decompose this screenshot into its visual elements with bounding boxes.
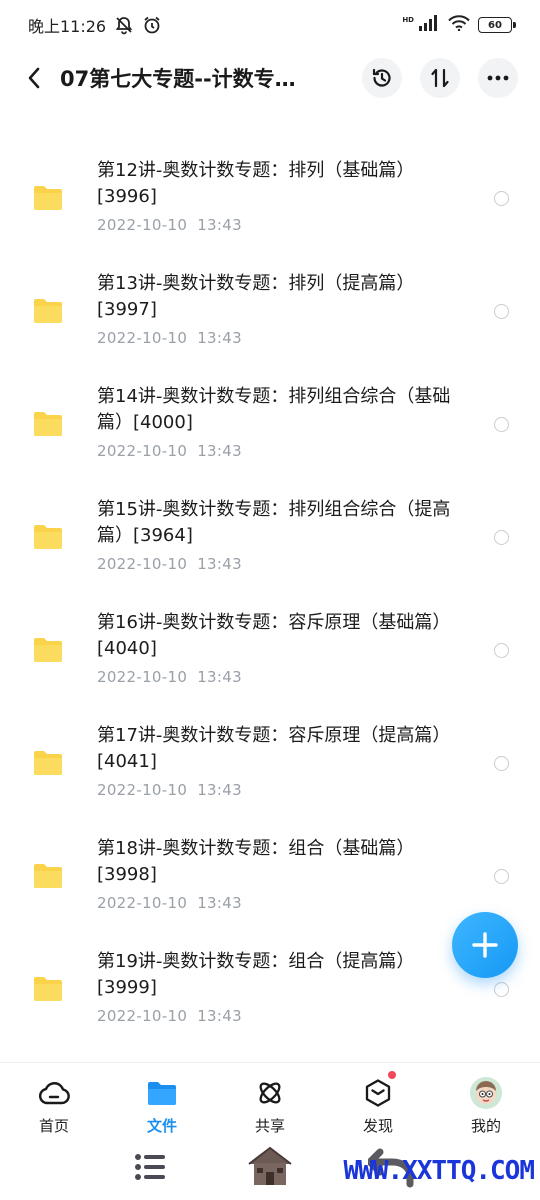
file-name: 第13讲-奥数计数专题：排列（提高篇）[3997]	[97, 273, 415, 320]
file-time: 13:43	[197, 1007, 242, 1025]
file-date: 2022-10-10	[97, 781, 188, 799]
file-date: 2022-10-10	[97, 555, 188, 573]
file-time: 13:43	[197, 668, 242, 686]
file-date: 2022-10-10	[97, 1007, 188, 1025]
network-type: HD	[402, 16, 414, 24]
file-meta: 2022-10-10 13:43	[97, 668, 467, 686]
select-radio[interactable]	[494, 304, 509, 319]
file-meta: 2022-10-10 13:43	[97, 1007, 467, 1025]
file-meta: 2022-10-10 13:43	[97, 781, 467, 799]
file-name: 第15讲-奥数计数专题：排列组合综合（提高篇）[3964]	[97, 499, 451, 546]
folder-icon	[34, 977, 62, 1001]
file-row[interactable]: 第17讲-奥数计数专题：容斥原理（提高篇）[4041] 2022-10-10 13…	[0, 711, 540, 824]
more-button[interactable]	[478, 58, 518, 98]
more-icon	[487, 75, 509, 81]
file-name: 第18讲-奥数计数专题：组合（基础篇）[3998]	[97, 838, 415, 885]
nav-home[interactable]: 首页	[0, 1063, 108, 1148]
select-radio[interactable]	[494, 756, 509, 771]
file-date: 2022-10-10	[97, 216, 188, 234]
nav-discover-label: 发现	[362, 1117, 393, 1135]
cube-icon	[362, 1077, 394, 1109]
back-arrow-icon	[28, 67, 40, 89]
file-name: 第19讲-奥数计数专题：组合（提高篇）[3999]	[97, 951, 415, 998]
back-button[interactable]	[22, 58, 46, 98]
file-list: 第12讲-奥数计数专题：排列（基础篇）[3996] 2022-10-10 13:4…	[0, 146, 540, 1050]
file-time: 13:43	[197, 216, 242, 234]
atom-icon	[254, 1077, 286, 1109]
file-name: 第16讲-奥数计数专题：容斥原理（基础篇）[4040]	[97, 612, 451, 659]
file-meta: 2022-10-10 13:43	[97, 442, 467, 460]
file-meta: 2022-10-10 13:43	[97, 555, 467, 573]
alarm-icon	[142, 15, 162, 35]
file-time: 13:43	[197, 329, 242, 347]
folder-tab-icon	[146, 1077, 178, 1109]
nav-home-label: 首页	[38, 1117, 69, 1135]
add-button[interactable]	[452, 912, 518, 978]
folder-icon	[34, 638, 62, 662]
file-meta: 2022-10-10 13:43	[97, 894, 467, 912]
file-row[interactable]: 第15讲-奥数计数专题：排列组合综合（提高篇）[3964] 2022-10-10…	[0, 485, 540, 598]
sort-button[interactable]	[420, 58, 460, 98]
cloud-icon	[38, 1077, 70, 1109]
file-name: 第12讲-奥数计数专题：排列（基础篇）[3996]	[97, 160, 415, 207]
file-row[interactable]: 第14讲-奥数计数专题：排列组合综合（基础篇）[4000] 2022-10-10…	[0, 372, 540, 485]
nav-share[interactable]: 共享	[216, 1063, 324, 1148]
folder-icon	[34, 186, 62, 210]
file-row[interactable]: 第16讲-奥数计数专题：容斥原理（基础篇）[4040] 2022-10-10 13…	[0, 598, 540, 711]
select-radio[interactable]	[494, 530, 509, 545]
signal-icon	[418, 15, 440, 35]
file-date: 2022-10-10	[97, 894, 188, 912]
file-row[interactable]: 第13讲-奥数计数专题：排列（提高篇）[3997] 2022-10-10 13:4…	[0, 259, 540, 372]
nav-files-label: 文件	[146, 1117, 177, 1135]
menu-list-icon[interactable]	[133, 1150, 167, 1188]
select-radio[interactable]	[494, 417, 509, 432]
folder-icon	[34, 299, 62, 323]
file-date: 2022-10-10	[97, 329, 188, 347]
file-name: 第17讲-奥数计数专题：容斥原理（提高篇）[4041]	[97, 725, 451, 772]
plus-icon	[472, 932, 498, 958]
history-icon	[372, 68, 391, 87]
file-time: 13:43	[197, 781, 242, 799]
file-row[interactable]: 第18讲-奥数计数专题：组合（基础篇）[3998] 2022-10-10 13:4…	[0, 824, 540, 937]
select-radio[interactable]	[494, 982, 509, 997]
status-bar: 晚上11:26 HD 60	[0, 0, 540, 50]
nav-share-label: 共享	[254, 1117, 285, 1135]
status-time: 晚上11:26	[28, 17, 107, 36]
folder-icon	[34, 525, 62, 549]
folder-icon	[34, 864, 62, 888]
select-radio[interactable]	[494, 869, 509, 884]
folder-icon	[34, 412, 62, 436]
mute-icon	[114, 15, 134, 35]
file-meta: 2022-10-10 13:43	[97, 216, 467, 234]
file-meta: 2022-10-10 13:43	[97, 329, 467, 347]
top-bar: 07第七大专题--计数专…	[0, 50, 540, 106]
file-date: 2022-10-10	[97, 668, 188, 686]
file-time: 13:43	[197, 555, 242, 573]
nav-mine-label: 我的	[470, 1117, 501, 1135]
nav-files[interactable]: 文件	[108, 1063, 216, 1148]
page-title: 07第七大专题--计数专…	[60, 67, 296, 91]
select-radio[interactable]	[494, 643, 509, 658]
nav-mine[interactable]: 我的	[432, 1063, 540, 1148]
file-row[interactable]: 第12讲-奥数计数专题：排列（基础篇）[3996] 2022-10-10 13:4…	[0, 146, 540, 259]
gesture-bar: WWW.XXTTQ.COM	[0, 1146, 540, 1200]
select-radio[interactable]	[494, 191, 509, 206]
notification-badge	[388, 1071, 396, 1079]
wifi-icon	[448, 15, 470, 35]
watermark-text: WWW.XXTTQ.COM	[343, 1156, 535, 1186]
file-time: 13:43	[197, 442, 242, 460]
file-name: 第14讲-奥数计数专题：排列组合综合（基础篇）[4000]	[97, 386, 451, 433]
sort-icon	[431, 68, 449, 88]
home-icon[interactable]	[246, 1144, 294, 1192]
file-time: 13:43	[197, 894, 242, 912]
battery-icon: 60	[478, 17, 516, 33]
history-button[interactable]	[362, 58, 402, 98]
folder-icon	[34, 751, 62, 775]
avatar	[470, 1077, 502, 1109]
nav-discover[interactable]: 发现	[324, 1063, 432, 1148]
file-date: 2022-10-10	[97, 442, 188, 460]
bottom-nav: 首页 文件 共享 发现 我的	[0, 1062, 540, 1148]
